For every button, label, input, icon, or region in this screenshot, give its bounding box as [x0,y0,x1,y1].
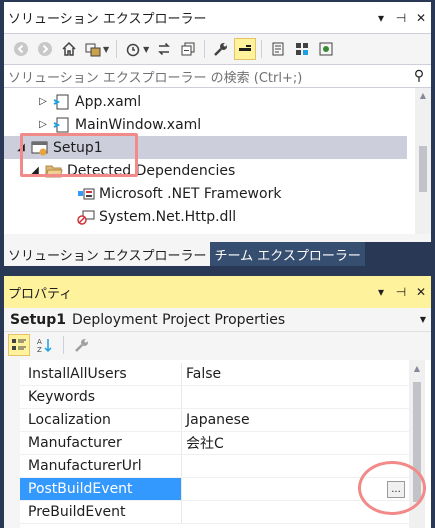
search-box[interactable]: ソリューション エクスプローラー の検索 (Ctrl+;) ⚲ [4,64,431,88]
tab-solution-explorer[interactable]: ソリューション エクスプローラー [4,242,211,266]
back-icon[interactable] [10,38,32,60]
property-value[interactable]: 会社C [182,432,409,454]
categorized-icon[interactable] [8,334,30,356]
window-position-button[interactable]: ▾ [371,282,391,302]
property-row-localization[interactable]: Localization Japanese [20,409,409,432]
alphabetical-sort-icon[interactable]: AZ [34,334,56,356]
tab-team-explorer[interactable]: チーム エクスプローラー [210,242,365,266]
object-selector[interactable]: Setup1 Deployment Project Properties ▼ [4,308,431,332]
property-name: PreBuildEvent [20,501,182,523]
object-type: Deployment Project Properties [72,311,286,328]
home-icon[interactable] [58,38,80,60]
properties-titlebar: プロパティ ▾ ⊣ ✕ [4,276,431,308]
property-name: Localization [20,409,182,431]
scrollbar-thumb[interactable] [419,146,427,192]
dotnet-framework-icon [77,186,95,202]
auto-hide-pin-button[interactable]: ⊣ [391,282,411,302]
properties-wrench-icon[interactable] [210,38,232,60]
scroll-up-icon[interactable]: ▲ [415,91,431,100]
tree-item-label: App.xaml [75,93,142,110]
property-row-prebuildevent[interactable]: PreBuildEvent [20,501,409,524]
tree-scrollbar[interactable]: ▲ [415,88,431,234]
tree-item-label: Microsoft .NET Framework [99,185,282,202]
property-name: InstallAllUsers [20,363,182,385]
file-system-editor-icon[interactable] [267,38,289,60]
property-row-manufacturer[interactable]: Manufacturer 会社C [20,432,409,455]
property-name: PostBuildEvent [20,478,182,500]
property-row-installallusers[interactable]: InstallAllUsers False [20,363,409,386]
chevron-down-icon[interactable]: ▼ [415,315,431,324]
tree-item-label: System.Net.Http.dll [99,208,237,225]
property-value[interactable] [182,386,409,408]
solution-explorer-toolbar: ▼ ▼ [4,34,431,64]
xaml-file-icon [53,117,71,133]
property-name: Manufacturer [20,432,182,454]
registry-editor-icon[interactable] [291,38,313,60]
property-name: ManufacturerUrl [20,455,182,477]
toolbar-separator [204,40,206,58]
property-name: Keywords [20,386,182,408]
preview-selected-items-icon[interactable] [234,38,257,60]
solution-explorer-title: ソリューション エクスプローラー [8,12,207,27]
solution-explorer-titlebar: ソリューション エクスプローラー ▾ ⊣ ✕ [4,2,431,34]
property-row-keywords[interactable]: Keywords [20,386,409,409]
tree-item-label: MainWindow.xaml [75,116,202,133]
collapse-all-icon[interactable] [177,38,199,60]
property-row-postbuildevent[interactable]: PostBuildEvent ... [20,478,409,501]
property-pages-wrench-icon[interactable] [71,334,93,356]
chevron-down-icon[interactable]: ▼ [103,45,109,54]
expand-arrow-icon[interactable]: ▷ [36,119,50,130]
property-grid-gutter [4,360,20,528]
toolbar-separator [116,40,118,58]
property-row-manufacturerurl[interactable]: ManufacturerUrl [20,455,409,478]
toolbar-separator [63,336,64,354]
annotation-highlight-box [20,133,138,177]
properties-title: プロパティ [8,286,73,302]
search-icon[interactable]: ⚲ [407,68,431,84]
property-value[interactable]: False [182,363,409,385]
close-button[interactable]: ✕ [411,282,431,302]
auto-hide-pin-button[interactable]: ⊣ [391,8,411,28]
search-input[interactable]: ソリューション エクスプローラー の検索 (Ctrl+;) [8,67,407,86]
custom-actions-editor-icon[interactable] [315,38,337,60]
property-value[interactable]: Japanese [182,409,409,431]
switch-views-icon[interactable] [82,38,104,60]
tree-item-dotnet-framework[interactable]: Microsoft .NET Framework [4,182,407,205]
xaml-file-icon [53,94,71,110]
forward-icon[interactable] [34,38,56,60]
svg-text:Z: Z [37,346,42,353]
annotation-highlight-circle [358,461,426,515]
sync-with-active-document-icon[interactable] [153,38,175,60]
toolbar-separator [261,40,263,58]
pending-changes-filter-icon[interactable] [122,38,144,60]
excluded-dll-icon [77,209,95,225]
object-name: Setup1 [10,311,66,328]
chevron-down-icon[interactable]: ▼ [143,45,149,54]
expand-arrow-icon[interactable]: ▷ [36,96,50,107]
close-button[interactable]: ✕ [411,8,431,28]
tool-window-tabs: ソリューション エクスプローラー チーム エクスプローラー [4,242,431,266]
tree-item-app-xaml[interactable]: ▷ App.xaml [4,90,407,113]
svg-text:A: A [37,338,42,346]
window-position-button[interactable]: ▾ [371,8,391,28]
scroll-up-icon[interactable]: ▲ [409,364,425,373]
properties-toolbar: AZ [4,332,431,358]
tree-item-system-net-http-dll[interactable]: System.Net.Http.dll [4,205,407,228]
